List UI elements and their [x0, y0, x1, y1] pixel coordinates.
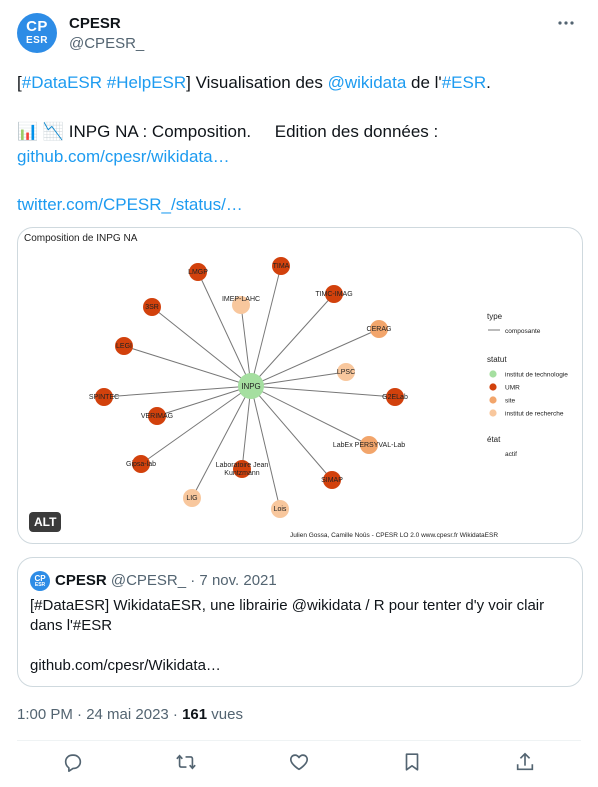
chart-emoji-icon: 📊 📉 — [17, 122, 65, 141]
graph-title: Composition de INPG NA — [24, 233, 138, 244]
label-timc-imag: TIMC-IMAG — [315, 291, 352, 298]
legend-type-item: composante — [505, 328, 541, 335]
edge-labex-persyval-lab — [250, 385, 370, 446]
retweet-icon — [176, 754, 196, 770]
legend-etat-title: état — [487, 435, 501, 444]
label-3sr: 3SR — [145, 304, 159, 311]
quote-avatar: CP ESR — [30, 571, 50, 591]
tweet-timestamp[interactable]: 1:00 PM · 24 mai 2023 · — [17, 706, 182, 723]
hashtag-dataesr[interactable]: #DataESR — [22, 73, 102, 92]
legend-swatch-2 — [489, 396, 497, 404]
quoted-status-link[interactable]: twitter.com/CPESR_/status/… — [17, 195, 243, 214]
edge-lpsc — [250, 371, 347, 387]
legend-statut-item-1: UMR — [505, 385, 520, 392]
edge-lig — [191, 385, 252, 499]
more-button[interactable] — [555, 13, 577, 33]
quote-avatar-line2: ESR — [34, 582, 46, 588]
divider — [17, 740, 581, 741]
quoted-tweet[interactable]: CP ESR CPESR @CPESR_ · 7 nov. 2021 [#Dat… — [17, 557, 583, 687]
label-imep-lahc: IMEP-LAHC — [222, 296, 260, 303]
label-tima: TIMA — [273, 263, 290, 270]
text-mid2: de l' — [406, 73, 442, 92]
label-lpsc: LPSC — [337, 369, 355, 376]
edge-verimag — [156, 385, 252, 417]
label-g2elab: G2ELab — [382, 394, 408, 401]
text-mid: ] Visualisation des — [186, 73, 328, 92]
legend-type-title: type — [487, 312, 503, 321]
legend-statut-item-2: site — [505, 398, 516, 405]
tweet-line-4: twitter.com/CPESR_/status/… — [17, 192, 243, 217]
github-link[interactable]: github.com/cpesr/wikidata… — [17, 147, 230, 166]
label-labex-persyval-lab: LabEx PERSYVAL-Lab — [333, 442, 405, 449]
legend-statut-item-3: institut de recherche — [505, 411, 564, 418]
views-label: vues — [207, 706, 243, 723]
quote-author-name: CPESR — [55, 572, 107, 589]
tweet-meta: 1:00 PM · 24 mai 2023 · 161 vues — [17, 706, 243, 723]
media-image[interactable]: Composition de INPG NA LMGP TIMA IMEP-LAHC T… — [17, 227, 583, 544]
edge-g2elab — [250, 385, 396, 398]
edge-spintec — [103, 385, 252, 398]
label-cerag: CERAG — [367, 326, 392, 333]
quote-meta: @CPESR_ · 7 nov. 2021 — [106, 572, 277, 589]
edge-legi — [123, 345, 252, 387]
tweet-header: CP ESR CPESR @CPESR_ — [17, 13, 581, 57]
author-name[interactable]: CPESR — [69, 15, 121, 32]
text-end: . — [486, 73, 491, 92]
graph-caption: Julien Gossa, Camille Noûs - CPESR LO 2.… — [290, 532, 498, 539]
avatar[interactable]: CP ESR — [17, 13, 57, 53]
more-horizontal-icon — [558, 21, 574, 25]
legend-swatch-3 — [489, 409, 497, 417]
legend-swatch-0 — [489, 370, 497, 378]
legend-etat-item: actif — [505, 451, 517, 458]
label-verimag: VERIMAG — [141, 413, 173, 420]
hashtag-esr[interactable]: #ESR — [442, 73, 486, 92]
label-legi: LEGI — [116, 343, 132, 350]
label-laboratoire-jean-kuntzmann-line1: Laboratoire Jean — [216, 462, 269, 469]
quote-text-line3: github.com/cpesr/Wikidata… — [30, 657, 221, 674]
alt-button[interactable]: ALT — [29, 512, 62, 532]
like-button[interactable] — [288, 751, 312, 775]
label-gipsa-lab: Gipsa-lab — [126, 461, 156, 468]
edge-lois — [250, 385, 281, 510]
quote-text-line1: [#DataESR] WikidataESR, une librairie @w… — [30, 597, 545, 614]
hashtag-helpesr[interactable]: #HelpESR — [107, 73, 186, 92]
label-spintec: SPINTEC — [89, 394, 119, 401]
like-icon — [290, 754, 308, 771]
author-handle[interactable]: @CPESR_ — [69, 35, 144, 52]
edge-lmgp — [197, 271, 252, 387]
bookmark-icon — [405, 753, 419, 771]
label-simap: SIMAP — [321, 477, 343, 484]
quote-text: [#DataESR] WikidataESR, une librairie @w… — [30, 596, 570, 676]
network-graph: Composition de INPG NA LMGP TIMA IMEP-LAHC T… — [24, 233, 568, 539]
avatar-text-line1: CP — [26, 18, 48, 35]
bookmark-button[interactable] — [401, 751, 425, 775]
share-icon — [516, 752, 534, 771]
action-bar — [17, 743, 581, 783]
mention-wikidata[interactable]: @wikidata — [328, 73, 407, 92]
share-button[interactable] — [514, 751, 538, 775]
reply-icon — [64, 754, 82, 772]
avatar-text-line2: ESR — [25, 35, 49, 46]
edge-cerag — [250, 328, 380, 387]
views-count: 161 — [182, 706, 208, 723]
edge-gipsa-lab — [140, 385, 252, 465]
text-composition: INPG NA : Composition. Edition des donné… — [64, 122, 443, 141]
quote-header: CPESR @CPESR_ · 7 nov. 2021 — [55, 572, 277, 589]
edge-tima — [250, 265, 282, 387]
edge-timc-imag — [250, 293, 335, 387]
label-lmgp: LMGP — [188, 269, 208, 276]
label-lig: LIG — [186, 495, 197, 502]
label-laboratoire-jean-kuntzmann-line2: Kuntzmann — [224, 470, 260, 477]
retweet-button[interactable] — [175, 751, 199, 775]
legend-statut-item-0: institut de technologie — [505, 372, 568, 379]
reply-button[interactable] — [62, 751, 86, 775]
label-lois: Lois — [274, 506, 287, 513]
tweet-line-2: 📊 📉 INPG NA : Composition. Edition des d… — [17, 119, 577, 169]
legend-swatch-1 — [489, 383, 497, 391]
label-center: INPG — [241, 382, 261, 391]
quote-text-line2: dans l'#ESR — [30, 617, 113, 634]
edge-3sr — [151, 306, 252, 387]
tweet-line-1: [#DataESR #HelpESR] Visualisation des @w… — [17, 70, 491, 95]
legend-statut-title: statut — [487, 355, 507, 364]
